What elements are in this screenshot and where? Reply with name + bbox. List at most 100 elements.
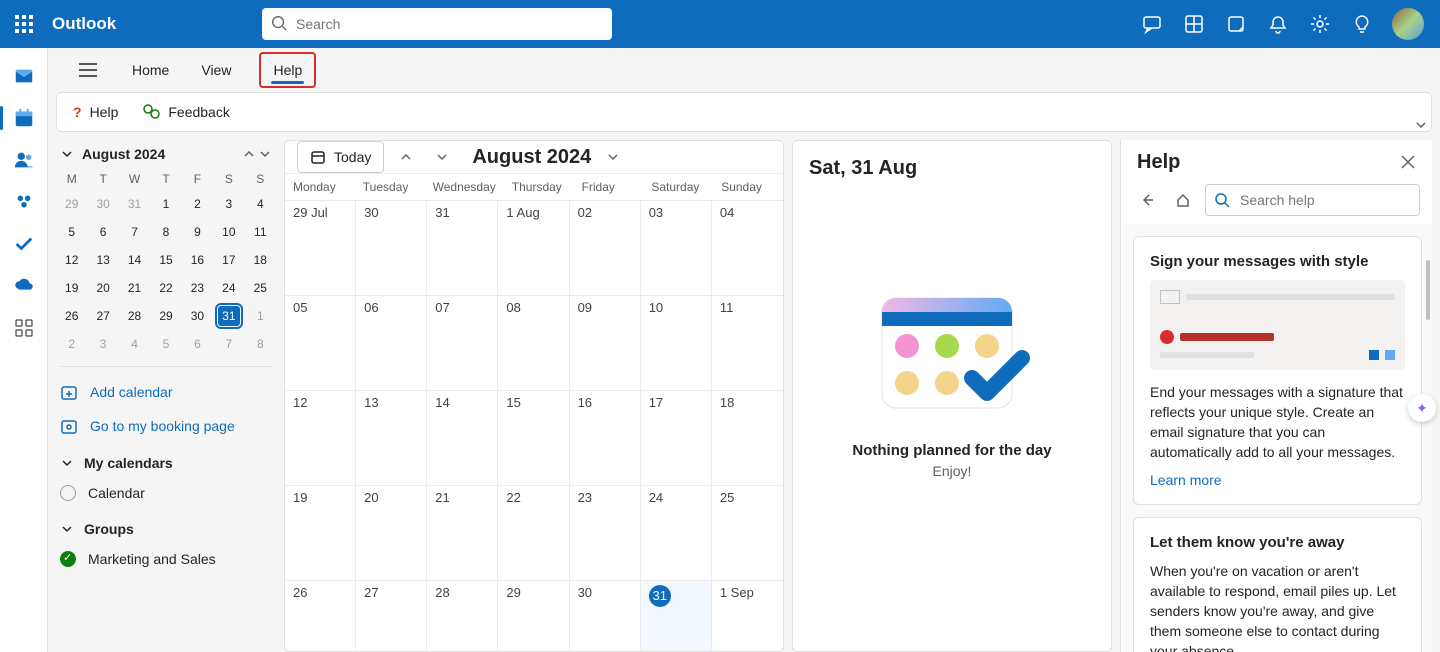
- mini-day[interactable]: 6: [87, 218, 118, 246]
- rail-todo[interactable]: [4, 224, 44, 264]
- group-item-marketing[interactable]: Marketing and Sales: [56, 543, 276, 575]
- mini-day[interactable]: 19: [56, 274, 87, 302]
- calendar-day-cell[interactable]: 16: [570, 390, 641, 485]
- my-calendars-section[interactable]: My calendars: [56, 443, 276, 477]
- calendar-day-cell[interactable]: 24: [641, 485, 712, 580]
- chevron-down-icon[interactable]: [60, 147, 74, 161]
- mini-day[interactable]: 10: [213, 218, 244, 246]
- mini-day[interactable]: 1: [245, 302, 276, 330]
- note-icon[interactable]: [1216, 0, 1256, 48]
- mini-day[interactable]: 2: [182, 190, 213, 218]
- calendar-day-cell[interactable]: 21: [427, 485, 498, 580]
- ribbon-feedback-button[interactable]: Feedback: [142, 103, 229, 121]
- card-link-learn-more[interactable]: Learn more: [1150, 472, 1222, 488]
- mini-day[interactable]: 30: [87, 190, 118, 218]
- mini-day[interactable]: 23: [182, 274, 213, 302]
- tab-view[interactable]: View: [197, 48, 235, 92]
- calendar-day-cell[interactable]: 08: [498, 295, 569, 390]
- mini-day[interactable]: 16: [182, 246, 213, 274]
- calendar-day-cell[interactable]: 30: [356, 200, 427, 295]
- account-avatar[interactable]: [1392, 8, 1424, 40]
- mini-day[interactable]: 7: [119, 218, 150, 246]
- month-picker-toggle[interactable]: [599, 143, 627, 171]
- calendar-day-cell[interactable]: 04: [712, 200, 783, 295]
- mini-day[interactable]: 11: [245, 218, 276, 246]
- app-launcher-button[interactable]: [0, 0, 48, 48]
- calendar-day-cell[interactable]: 25: [712, 485, 783, 580]
- calendar-day-cell[interactable]: 03: [641, 200, 712, 295]
- calendar-day-cell[interactable]: 30: [570, 580, 641, 652]
- help-home-button[interactable]: [1169, 186, 1197, 214]
- chat-icon[interactable]: [1132, 0, 1172, 48]
- help-scrollbar[interactable]: [1424, 260, 1432, 652]
- calendar-day-cell[interactable]: 11: [712, 295, 783, 390]
- calendar-item-default[interactable]: Calendar: [56, 477, 276, 509]
- calendar-day-cell[interactable]: 29: [498, 580, 569, 652]
- calendar-day-cell[interactable]: 23: [570, 485, 641, 580]
- mini-day[interactable]: 6: [182, 330, 213, 358]
- mini-day[interactable]: 29: [150, 302, 181, 330]
- mini-day[interactable]: 17: [213, 246, 244, 274]
- mini-day[interactable]: 30: [182, 302, 213, 330]
- mini-day[interactable]: 2: [56, 330, 87, 358]
- help-close-button[interactable]: [1400, 154, 1416, 170]
- calendar-day-cell[interactable]: 31: [427, 200, 498, 295]
- prev-period-button[interactable]: [392, 143, 420, 171]
- mini-day[interactable]: 27: [87, 302, 118, 330]
- mini-day[interactable]: 8: [150, 218, 181, 246]
- rail-people[interactable]: [4, 140, 44, 180]
- mini-day[interactable]: 5: [56, 218, 87, 246]
- mini-day[interactable]: 25: [245, 274, 276, 302]
- search-input[interactable]: [262, 8, 612, 40]
- help-back-button[interactable]: [1133, 186, 1161, 214]
- ribbon-collapse-toggle[interactable]: [1415, 119, 1427, 131]
- mini-day[interactable]: 29: [56, 190, 87, 218]
- calendar-day-cell[interactable]: 17: [641, 390, 712, 485]
- tab-help-highlighted[interactable]: Help: [259, 52, 316, 88]
- calendar-day-cell[interactable]: 14: [427, 390, 498, 485]
- mini-next-month[interactable]: [258, 147, 272, 161]
- calendar-day-cell[interactable]: 18: [712, 390, 783, 485]
- calendar-day-cell[interactable]: 1 Sep: [712, 580, 783, 652]
- calendar-day-cell[interactable]: 29 Jul: [285, 200, 356, 295]
- calendar-day-cell[interactable]: 26: [285, 580, 356, 652]
- calendar-day-cell[interactable]: 15: [498, 390, 569, 485]
- mini-day[interactable]: 4: [245, 190, 276, 218]
- notifications-icon[interactable]: [1258, 0, 1298, 48]
- mini-day[interactable]: 8: [245, 330, 276, 358]
- next-period-button[interactable]: [428, 143, 456, 171]
- mini-day[interactable]: 3: [213, 190, 244, 218]
- mini-day[interactable]: 15: [150, 246, 181, 274]
- mini-day[interactable]: 21: [119, 274, 150, 302]
- calendar-day-cell[interactable]: 31: [641, 580, 712, 652]
- today-button[interactable]: Today: [297, 141, 384, 173]
- mini-day[interactable]: 24: [213, 274, 244, 302]
- calendar-day-cell[interactable]: 22: [498, 485, 569, 580]
- calendar-day-cell[interactable]: 10: [641, 295, 712, 390]
- mini-day[interactable]: 14: [119, 246, 150, 274]
- calendar-day-cell[interactable]: 28: [427, 580, 498, 652]
- mini-day[interactable]: 20: [87, 274, 118, 302]
- calendar-day-cell[interactable]: 19: [285, 485, 356, 580]
- global-search[interactable]: [262, 8, 612, 40]
- rail-onedrive[interactable]: [4, 266, 44, 306]
- calendar-day-cell[interactable]: 27: [356, 580, 427, 652]
- mini-day[interactable]: 4: [119, 330, 150, 358]
- mini-day[interactable]: 13: [87, 246, 118, 274]
- rail-mail[interactable]: [4, 56, 44, 96]
- mini-day[interactable]: 9: [182, 218, 213, 246]
- mini-day[interactable]: 3: [87, 330, 118, 358]
- help-search[interactable]: [1205, 184, 1420, 216]
- calendar-day-cell[interactable]: 05: [285, 295, 356, 390]
- help-search-input[interactable]: [1238, 191, 1411, 209]
- calendar-day-cell[interactable]: 13: [356, 390, 427, 485]
- mini-day[interactable]: 26: [56, 302, 87, 330]
- mini-day[interactable]: 31: [213, 302, 244, 330]
- calendar-day-cell[interactable]: 02: [570, 200, 641, 295]
- mini-day[interactable]: 1: [150, 190, 181, 218]
- calendar-day-cell[interactable]: 07: [427, 295, 498, 390]
- tab-home[interactable]: Home: [128, 48, 173, 92]
- tips-icon[interactable]: [1342, 0, 1382, 48]
- mini-day[interactable]: 7: [213, 330, 244, 358]
- add-calendar-link[interactable]: Add calendar: [56, 375, 276, 409]
